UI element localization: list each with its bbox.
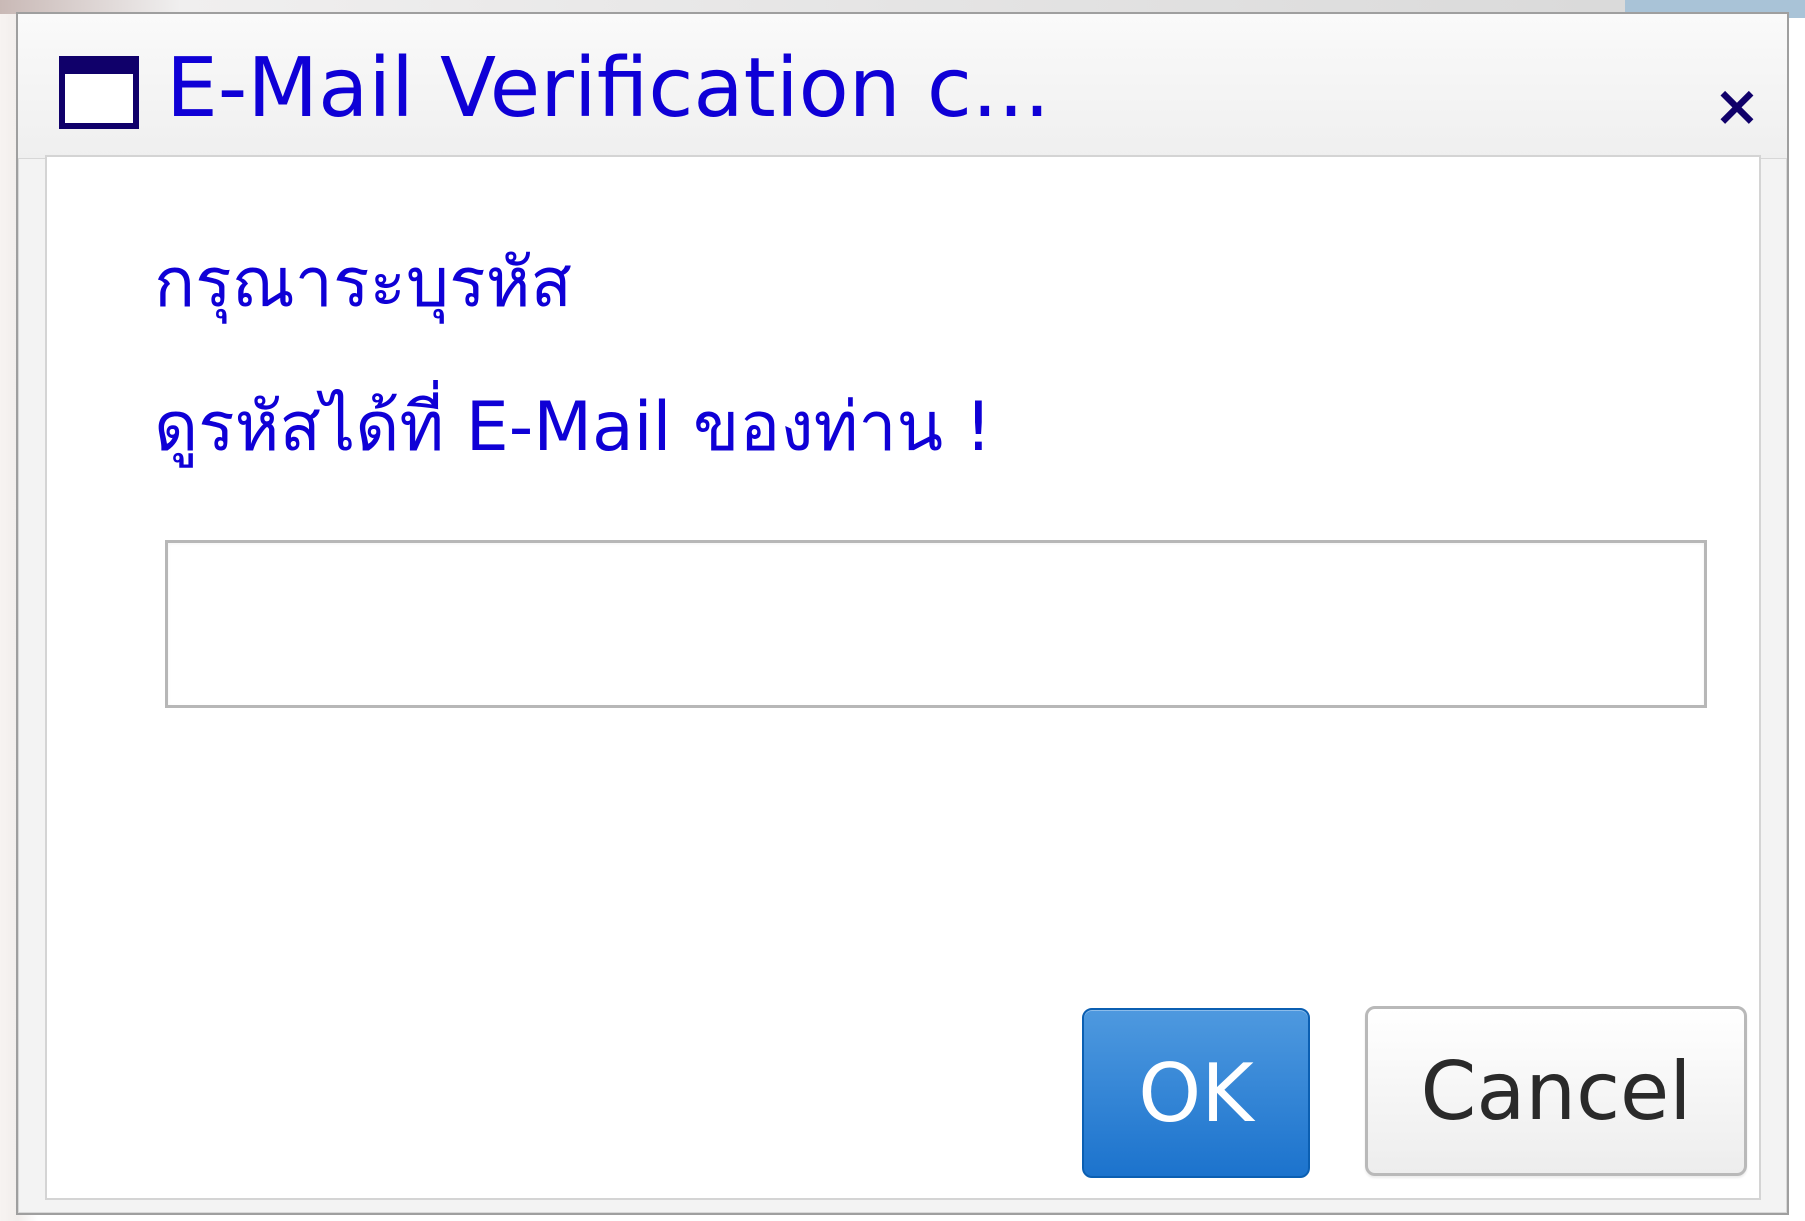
screenshot-page: E-Mail Verification c... × กรุณาระบุรหัส…: [0, 0, 1805, 1221]
close-icon[interactable]: ×: [1708, 78, 1766, 136]
dialog-titlebar[interactable]: E-Mail Verification c... ×: [18, 14, 1787, 159]
verification-prompt-line-1: กรุณาระบุรหัส: [154, 244, 573, 323]
dialog-title: E-Mail Verification c...: [166, 41, 1051, 136]
email-verification-dialog: E-Mail Verification c... × กรุณาระบุรหัส…: [16, 12, 1789, 1215]
window-icon: [59, 56, 139, 129]
verification-prompt-line-2: ดูรหัสได้ที่ E-Mail ของท่าน !: [154, 388, 992, 467]
cancel-button[interactable]: Cancel: [1365, 1006, 1747, 1176]
verification-code-input[interactable]: [165, 540, 1707, 708]
ok-button[interactable]: OK: [1082, 1008, 1310, 1178]
dialog-content: กรุณาระบุรหัส ดูรหัสได้ที่ E-Mail ของท่า…: [45, 155, 1761, 1200]
